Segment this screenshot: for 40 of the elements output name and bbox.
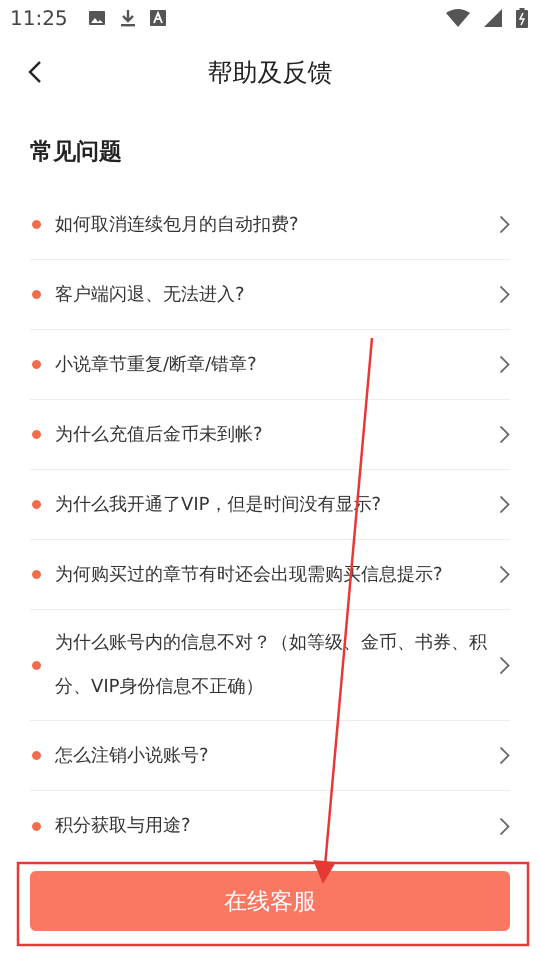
section-title: 常见问题	[30, 138, 123, 167]
faq-item[interactable]: 客户端闪退、无法进入?	[30, 260, 510, 330]
bullet-icon	[32, 570, 41, 579]
signal-icon	[484, 9, 502, 27]
chevron-icon	[499, 495, 510, 514]
page-title: 帮助及反馈	[208, 56, 332, 88]
chevron-icon	[499, 425, 510, 444]
chevron-icon	[499, 656, 510, 674]
faq-question: 积分获取与用途?	[55, 814, 192, 838]
faq-question: 小说章节重复/断章/错章?	[55, 352, 258, 376]
chevron-icon	[499, 816, 510, 836]
bullet-icon	[32, 822, 41, 830]
chevron-icon	[499, 355, 510, 374]
bullet-icon	[32, 290, 41, 299]
faq-item[interactable]: 小说章节重复/断章/错章?	[30, 330, 510, 400]
download-icon	[120, 9, 136, 27]
faq-item[interactable]: 积分获取与用途?	[30, 791, 510, 861]
status-time: 11:25	[10, 6, 68, 30]
bullet-icon	[32, 360, 41, 369]
bullet-icon	[32, 660, 41, 670]
bullet-icon	[32, 500, 41, 509]
battery-icon	[516, 8, 528, 28]
wifi-icon	[446, 9, 470, 27]
image-icon	[88, 10, 106, 26]
bullet-icon	[32, 430, 41, 439]
faq-item[interactable]: 如何取消连续包月的自动扣费?	[30, 190, 510, 260]
chevron-icon	[499, 285, 510, 304]
chevron-icon	[499, 746, 510, 765]
faq-question: 如何取消连续包月的自动扣费?	[55, 212, 300, 236]
faq-question: 客户端闪退、无法进入?	[55, 282, 246, 306]
faq-question: 为什么充值后金币未到帐?	[55, 422, 264, 446]
bullet-icon	[32, 220, 41, 229]
font-icon	[150, 10, 166, 26]
chevron-icon	[499, 215, 510, 234]
faq-question: 怎么注销小说账号?	[55, 744, 210, 768]
chevron-icon	[499, 565, 510, 584]
faq-item[interactable]: 怎么注销小说账号?	[30, 721, 510, 791]
faq-item[interactable]: 为什么充值后金币未到帐?	[30, 400, 510, 470]
back-icon[interactable]	[28, 60, 42, 84]
bullet-icon	[32, 751, 41, 760]
